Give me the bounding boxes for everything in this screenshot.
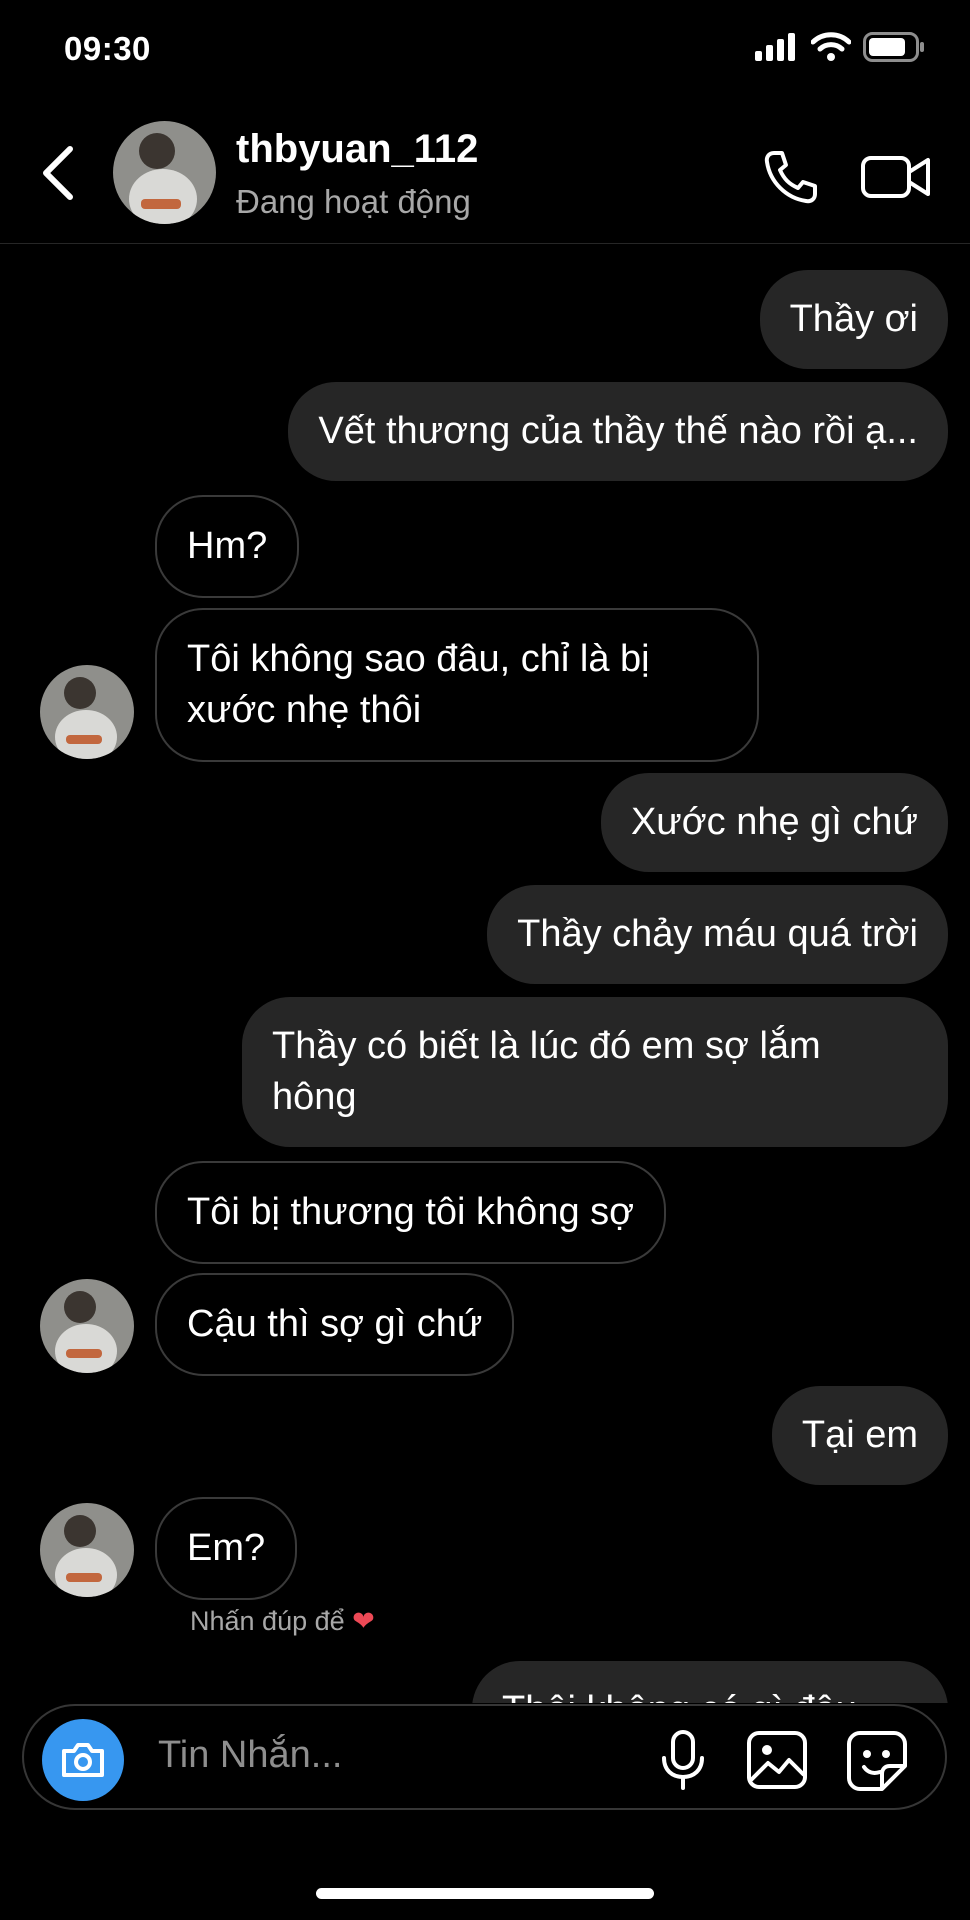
back-arrow-icon[interactable] bbox=[36, 143, 80, 203]
home-indicator bbox=[316, 1888, 654, 1899]
gallery-icon[interactable] bbox=[746, 1730, 808, 1790]
message-bubble-sent[interactable]: Vết thương của thầy thế nào rồi ạ... bbox=[288, 382, 948, 481]
message-input[interactable]: Tin Nhắn... bbox=[158, 1734, 342, 1777]
message-bubble-sent[interactable]: Thầy ơi bbox=[759, 270, 948, 369]
message-bubble-received[interactable]: Em? bbox=[155, 1497, 298, 1600]
contact-avatar-small[interactable] bbox=[40, 665, 134, 759]
contact-avatar[interactable] bbox=[113, 121, 216, 224]
status-icons bbox=[755, 32, 925, 62]
status-time: 09:30 bbox=[64, 30, 151, 67]
status-bar: 09:30 bbox=[0, 0, 970, 105]
camera-icon bbox=[62, 1743, 104, 1777]
camera-button[interactable] bbox=[42, 1719, 124, 1801]
presence-status: Đang hoạt động bbox=[236, 183, 471, 220]
double-tap-hint-text: Nhấn đúp để bbox=[190, 1606, 345, 1636]
microphone-icon[interactable] bbox=[658, 1730, 708, 1790]
message-thread[interactable]: Thầy ơi Vết thương của thầy thế nào rồi … bbox=[0, 243, 970, 1703]
heart-icon: ❤ bbox=[352, 1606, 375, 1636]
contact-avatar-small[interactable] bbox=[40, 1503, 134, 1597]
message-bubble-sent[interactable]: Thầy chảy máu quá trời bbox=[487, 885, 948, 984]
sticker-icon[interactable] bbox=[846, 1730, 908, 1792]
phone-call-icon[interactable] bbox=[760, 147, 820, 207]
message-bubble-received[interactable]: Tôi không sao đâu, chỉ là bị xước nhẹ th… bbox=[155, 608, 759, 762]
battery-icon bbox=[863, 32, 924, 62]
wifi-icon bbox=[811, 32, 851, 61]
chat-header: thbyuan_112 Đang hoạt động bbox=[0, 105, 970, 244]
message-composer: Tin Nhắn... bbox=[22, 1704, 947, 1810]
message-bubble-received[interactable]: Cậu thì sợ gì chứ bbox=[155, 1273, 515, 1376]
double-tap-hint: Nhấn đúp để ❤ bbox=[190, 1606, 375, 1637]
contact-avatar-small[interactable] bbox=[40, 1279, 134, 1373]
cellular-signal-icon bbox=[755, 33, 795, 61]
message-bubble-sent[interactable]: Thôi không có gì đâu bbox=[472, 1661, 948, 1703]
message-bubble-sent[interactable]: Thầy có biết là lúc đó em sợ lắm hông bbox=[242, 997, 948, 1147]
message-bubble-received[interactable]: Hm? bbox=[155, 495, 300, 598]
video-call-icon[interactable] bbox=[860, 150, 932, 204]
message-bubble-sent[interactable]: Xước nhẹ gì chứ bbox=[600, 773, 948, 872]
message-bubble-sent[interactable]: Tại em bbox=[771, 1386, 948, 1485]
message-bubble-received[interactable]: Tôi bị thương tôi không sợ bbox=[155, 1161, 667, 1264]
contact-username[interactable]: thbyuan_112 bbox=[236, 127, 478, 172]
